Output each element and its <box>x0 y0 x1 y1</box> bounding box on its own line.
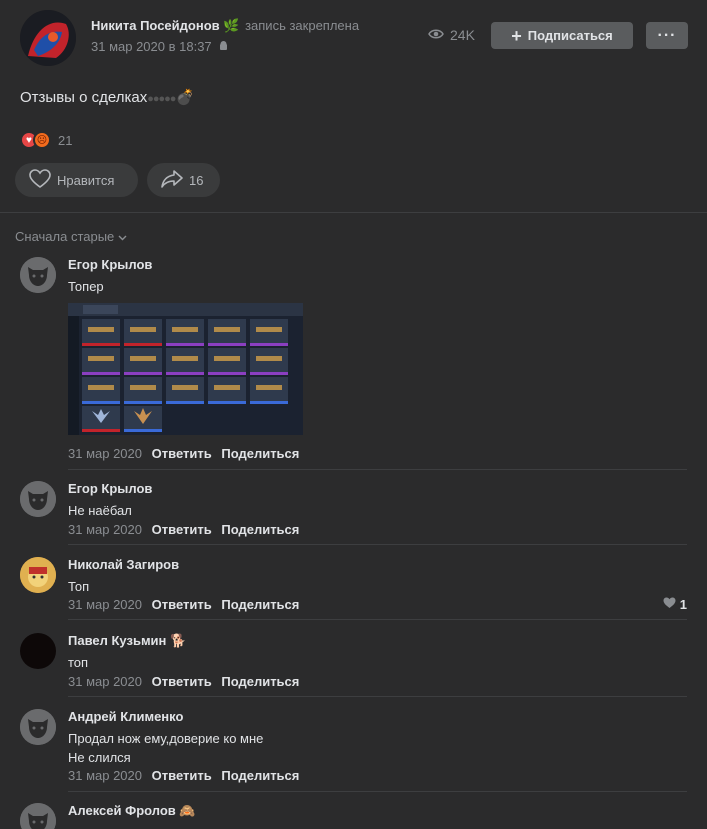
post-date[interactable]: 31 мар 2020 в 18:37 <box>91 39 212 54</box>
comment-like-button[interactable]: 1 <box>663 597 687 612</box>
monkey-emoji-icon: 🙈 <box>179 803 196 818</box>
subscribe-label: Подписаться <box>527 28 613 43</box>
comment-date[interactable]: 31 мар 2020 <box>68 597 142 612</box>
comment-date[interactable]: 31 мар 2020 <box>68 522 142 537</box>
comment-date[interactable]: 31 мар 2020 <box>68 446 142 461</box>
post-divider <box>0 212 707 213</box>
comment-item: Николай Загиров Топ 31 мар 2020 Ответить… <box>20 557 687 620</box>
heart-icon <box>29 168 51 192</box>
comment-meta: 31 мар 2020 Ответить Поделиться <box>68 768 299 783</box>
comment-author[interactable]: Егор Крылов <box>68 481 152 496</box>
angry-reaction-icon: ☹ <box>33 131 51 149</box>
leaf-icon: 🌿 <box>223 18 240 33</box>
comment-text: Топ <box>68 579 90 594</box>
more-options-button[interactable]: ··· <box>646 22 688 49</box>
post-header: Никита Посейдонов 🌿 запись закреплена 31… <box>20 10 690 66</box>
comment-text-line: Продал нож ему,доверие ко мне <box>68 731 264 746</box>
android-icon <box>219 39 228 50</box>
comment-date[interactable]: 31 мар 2020 <box>68 768 142 783</box>
reply-button[interactable]: Ответить <box>152 522 212 537</box>
default-avatar[interactable] <box>20 709 56 745</box>
comment-author[interactable]: Егор Крылов <box>68 257 152 272</box>
reactions-count: 21 <box>58 132 73 148</box>
dots-decoration: ●●●●● <box>147 93 176 105</box>
share-button[interactable]: 16 <box>147 163 220 197</box>
comment-item: Павел Кузьмин 🐕 топ 31 мар 2020 Ответить… <box>20 633 687 697</box>
comments-sort-selector[interactable]: Сначала старые <box>15 229 127 244</box>
reply-button[interactable]: Ответить <box>152 446 212 461</box>
views-count: 24K <box>450 27 475 43</box>
like-button[interactable]: Нравится <box>15 163 138 197</box>
comment-text: Не наёбал <box>68 503 132 518</box>
comment-author[interactable]: Павел Кузьмин <box>68 633 166 648</box>
comment-text: топ <box>68 655 89 670</box>
comment-author[interactable]: Андрей Клименко <box>68 709 183 724</box>
default-avatar[interactable] <box>20 481 56 517</box>
bomb-icon: 💣 <box>175 89 195 106</box>
comment-text-line: Не слился <box>68 750 131 765</box>
like-label: Нравится <box>57 172 115 188</box>
comment-separator <box>68 791 687 792</box>
share-comment-button[interactable]: Поделиться <box>221 597 299 612</box>
comment-meta: 31 мар 2020 Ответить Поделиться <box>68 446 299 461</box>
default-avatar[interactable] <box>20 257 56 293</box>
views-counter: 24K <box>428 27 475 43</box>
comment-item: Егор Крылов Не наёбал 31 мар 2020 Ответи… <box>20 481 687 545</box>
heart-icon <box>663 597 676 612</box>
post-text: Отзывы о сделках●●●●●💣 <box>20 88 194 106</box>
comment-meta: 31 мар 2020 Ответить Поделиться <box>68 597 299 612</box>
subscribe-button[interactable]: + Подписаться <box>491 22 633 49</box>
comment-separator <box>68 696 687 697</box>
reactions-summary[interactable]: ♥ ☹ 21 <box>20 131 72 149</box>
comment-item: Алексей Фролов 🙈 <box>20 803 687 829</box>
author-name[interactable]: Никита Посейдонов <box>91 18 220 33</box>
share-comment-button[interactable]: Поделиться <box>221 522 299 537</box>
plus-icon: + <box>511 25 522 46</box>
reply-button[interactable]: Ответить <box>152 597 212 612</box>
reply-button[interactable]: Ответить <box>152 768 212 783</box>
eye-icon <box>428 27 444 43</box>
pinned-label: запись закреплена <box>245 18 360 33</box>
comment-separator <box>68 619 687 620</box>
comment-separator <box>68 544 687 545</box>
comment-author[interactable]: Николай Загиров <box>68 557 179 572</box>
attached-image[interactable] <box>68 303 303 435</box>
comment-author[interactable]: Алексей Фролов <box>68 803 176 818</box>
post-text-content: Отзывы о сделках <box>20 89 148 106</box>
comment-text: Продал нож ему,доверие ко мне Не слился <box>68 729 263 767</box>
share-arrow-icon <box>161 169 183 192</box>
sort-label: Сначала старые <box>15 229 115 244</box>
comment-like-count: 1 <box>679 597 687 612</box>
comment-item: Егор Крылов Топер 31 мар 2020 Ответить П… <box>20 257 687 470</box>
comment-meta: 31 мар 2020 Ответить Поделиться <box>68 522 299 537</box>
share-comment-button[interactable]: Поделиться <box>221 674 299 689</box>
reply-button[interactable]: Ответить <box>152 674 212 689</box>
share-comment-button[interactable]: Поделиться <box>221 446 299 461</box>
chevron-down-icon <box>118 229 127 244</box>
share-count: 16 <box>189 172 204 188</box>
share-comment-button[interactable]: Поделиться <box>221 768 299 783</box>
comment-meta: 31 мар 2020 Ответить Поделиться <box>68 674 299 689</box>
user-avatar[interactable] <box>20 633 56 669</box>
comment-text: Топер <box>68 279 104 294</box>
comment-date[interactable]: 31 мар 2020 <box>68 674 142 689</box>
default-avatar[interactable] <box>20 803 56 829</box>
comment-item: Андрей Клименко Продал нож ему,доверие к… <box>20 709 687 792</box>
author-avatar[interactable] <box>20 10 76 66</box>
comment-separator <box>68 469 687 470</box>
user-avatar[interactable] <box>20 557 56 593</box>
dog-emoji-icon: 🐕 <box>170 633 187 648</box>
